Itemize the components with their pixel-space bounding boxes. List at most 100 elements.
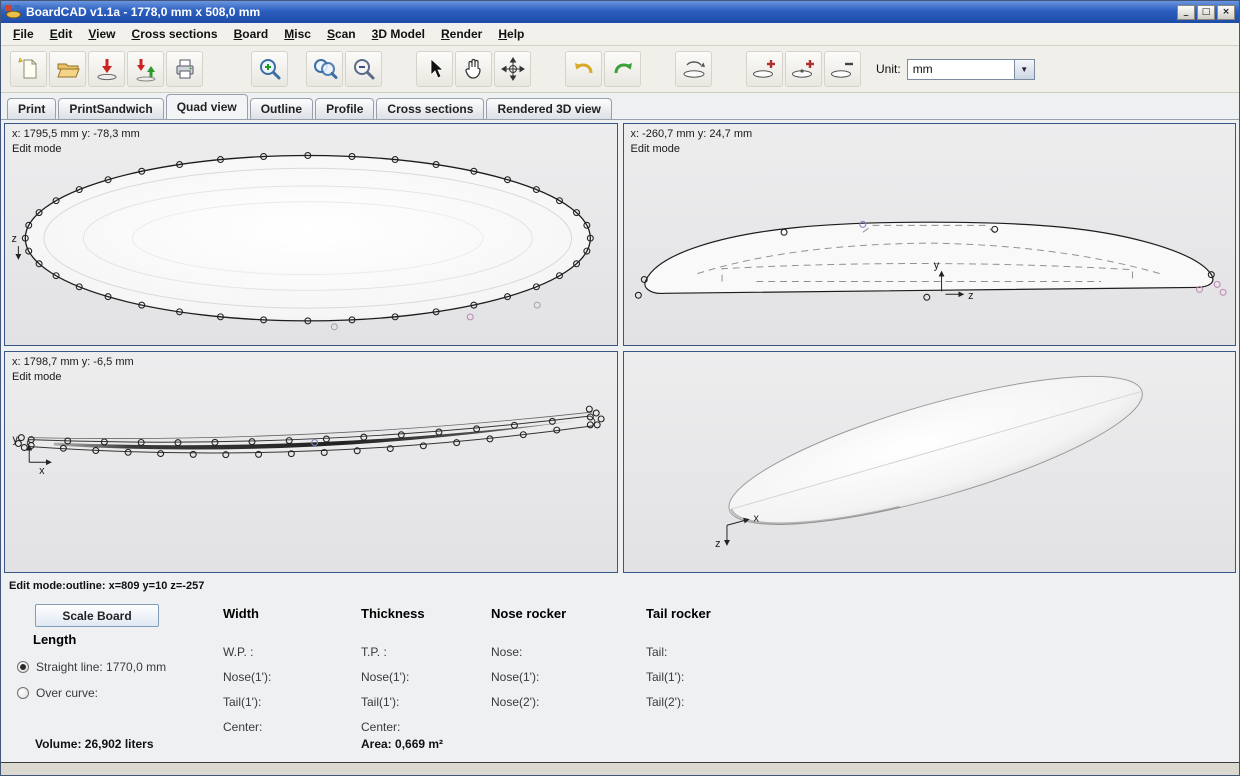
- unit-combobox[interactable]: mm ▼: [906, 58, 1035, 80]
- redo-button[interactable]: [604, 51, 641, 87]
- viewport-rendered-3d[interactable]: z x: [622, 350, 1236, 573]
- control-point[interactable]: [634, 291, 642, 299]
- viewport-profile[interactable]: x: 1798,7 mm y: -6,5 mm Edit mode y x: [4, 350, 618, 573]
- menu-3d-model[interactable]: 3D Model: [364, 24, 433, 44]
- outline-coords: x: 1795,5 mm y: -78,3 mm: [12, 128, 140, 140]
- cross-section-coords: x: -260,7 mm y: 24,7 mm: [630, 128, 753, 140]
- tab-print[interactable]: Print: [7, 98, 57, 119]
- menu-board[interactable]: Board: [226, 24, 277, 44]
- control-point[interactable]: [1219, 288, 1227, 296]
- tab-cross-sections[interactable]: Cross sections: [376, 98, 485, 119]
- control-point[interactable]: [466, 313, 474, 321]
- width-nose1-label: Nose(1'):: [223, 670, 272, 684]
- zoom-in-icon: [259, 59, 280, 80]
- close-button[interactable]: ×: [1217, 4, 1235, 20]
- tail-rocker-tail1-label: Tail(1'):: [646, 670, 685, 684]
- add-guide-point-button[interactable]: [785, 51, 822, 87]
- radio-over-curve[interactable]: Over curve:: [17, 680, 166, 706]
- edit-mode-status: Edit mode:outline: x=809 y=10 z=-257: [1, 576, 1239, 596]
- nose-rocker-nose2-label: Nose(2'):: [491, 695, 540, 709]
- remove-control-point-button[interactable]: [824, 51, 861, 87]
- open-button[interactable]: [49, 51, 86, 87]
- add-control-point-button[interactable]: [746, 51, 783, 87]
- tab-profile[interactable]: Profile: [315, 98, 375, 119]
- menu-help[interactable]: Help: [490, 24, 532, 44]
- save-as-button[interactable]: [127, 51, 164, 87]
- cross-section-canvas: y z: [634, 220, 1227, 302]
- tab-outline[interactable]: Outline: [249, 98, 314, 119]
- cross-axis-z-label: z: [968, 290, 973, 302]
- chevron-down-icon[interactable]: ▼: [1014, 58, 1035, 80]
- tail-rocker-tail2-label: Tail(2'):: [646, 695, 685, 709]
- thickness-tail1-label: Tail(1'):: [361, 695, 400, 709]
- radio-selected-icon: [17, 661, 29, 673]
- select-tool-button[interactable]: [416, 51, 453, 87]
- app-icon: [5, 5, 21, 19]
- control-point[interactable]: [533, 301, 541, 309]
- tab-rendered-3d-view[interactable]: Rendered 3D view: [486, 98, 612, 119]
- outline-axis-z-label: z: [12, 233, 17, 245]
- zoom-out-button[interactable]: [345, 51, 382, 87]
- control-point[interactable]: [593, 420, 601, 428]
- zoom-in-button[interactable]: [251, 51, 288, 87]
- title-bar: BoardCAD v1.1a - 1778,0 mm x 508,0 mm _ …: [1, 1, 1239, 23]
- profile-axis-x-label: x: [39, 465, 45, 477]
- menu-edit[interactable]: Edit: [42, 24, 81, 44]
- unit-label: Unit:: [876, 62, 901, 76]
- minimize-button[interactable]: _: [1177, 4, 1195, 20]
- rotate-view-button[interactable]: [494, 51, 531, 87]
- scale-board-button[interactable]: Scale Board: [35, 604, 159, 627]
- app-window: BoardCAD v1.1a - 1778,0 mm x 508,0 mm _ …: [0, 0, 1240, 776]
- unit-combobox-value[interactable]: mm: [906, 58, 1015, 80]
- print-button[interactable]: [166, 51, 203, 87]
- menu-cross-sections[interactable]: Cross sections: [124, 24, 226, 44]
- menu-render[interactable]: Render: [433, 24, 490, 44]
- control-point[interactable]: [17, 433, 25, 441]
- control-point[interactable]: [330, 323, 338, 331]
- width-tail1-label: Tail(1'):: [223, 695, 262, 709]
- menu-file[interactable]: File: [5, 24, 42, 44]
- select-pointer-icon: [430, 58, 444, 79]
- menu-view[interactable]: View: [80, 24, 123, 44]
- save-button[interactable]: [88, 51, 125, 87]
- nose-rocker-column: Nose rocker Nose: Nose(1'): Nose(2'):: [491, 606, 566, 715]
- board-outline[interactable]: [24, 154, 591, 322]
- profile-coords: x: 1798,7 mm y: -6,5 mm: [12, 355, 134, 368]
- maximize-button[interactable]: □: [1197, 4, 1215, 20]
- control-point[interactable]: [20, 443, 28, 451]
- menu-scan[interactable]: Scan: [319, 24, 364, 44]
- radio-over-curve-label: Over curve:: [36, 686, 99, 700]
- new-document-button[interactable]: [10, 51, 47, 87]
- zoom-previous-button[interactable]: [306, 51, 343, 87]
- profile-axis-y-label: y: [12, 433, 18, 445]
- viewport-outline[interactable]: x: 1795,5 mm y: -78,3 mm Edit mode z: [4, 123, 618, 346]
- control-point[interactable]: [597, 414, 605, 422]
- tab-printsandwich[interactable]: PrintSandwich: [58, 98, 164, 119]
- control-point[interactable]: [922, 293, 930, 301]
- undo-icon: [574, 63, 592, 74]
- cross-section-curve[interactable]: [643, 221, 1213, 294]
- thickness-header: Thickness: [361, 606, 425, 621]
- window-title: BoardCAD v1.1a - 1778,0 mm x 508,0 mm: [26, 5, 261, 19]
- undo-button[interactable]: [565, 51, 602, 87]
- control-point[interactable]: [1213, 280, 1221, 288]
- save-icon: [97, 59, 116, 81]
- menu-misc[interactable]: Misc: [276, 24, 319, 44]
- thickness-column: Thickness T.P. : Nose(1'): Tail(1'): Cen…: [361, 606, 425, 740]
- width-header: Width: [223, 606, 259, 621]
- width-wp-label: W.P. :: [223, 645, 254, 659]
- width-column: Width W.P. : Nose(1'): Tail(1'): Center:: [223, 606, 271, 740]
- nose-rocker-nose1-label: Nose(1'):: [491, 670, 540, 684]
- control-point[interactable]: [585, 405, 593, 413]
- board-3d[interactable]: [716, 352, 1154, 554]
- radio-straight-line[interactable]: Straight line: 1770,0 mm: [17, 654, 166, 680]
- new-document-icon: [17, 57, 36, 79]
- control-point[interactable]: [592, 409, 600, 417]
- tab-quad-view[interactable]: Quad view: [165, 94, 248, 119]
- profile-mode: Edit mode: [12, 370, 62, 383]
- rotate-view-icon: [500, 57, 525, 81]
- pan-tool-button[interactable]: [455, 51, 492, 87]
- view-tabs: Print PrintSandwich Quad view Outline Pr…: [1, 93, 1239, 119]
- viewport-cross-section[interactable]: x: -260,7 mm y: 24,7 mm Edit mode y z: [622, 123, 1236, 346]
- flip-board-button[interactable]: [675, 51, 712, 87]
